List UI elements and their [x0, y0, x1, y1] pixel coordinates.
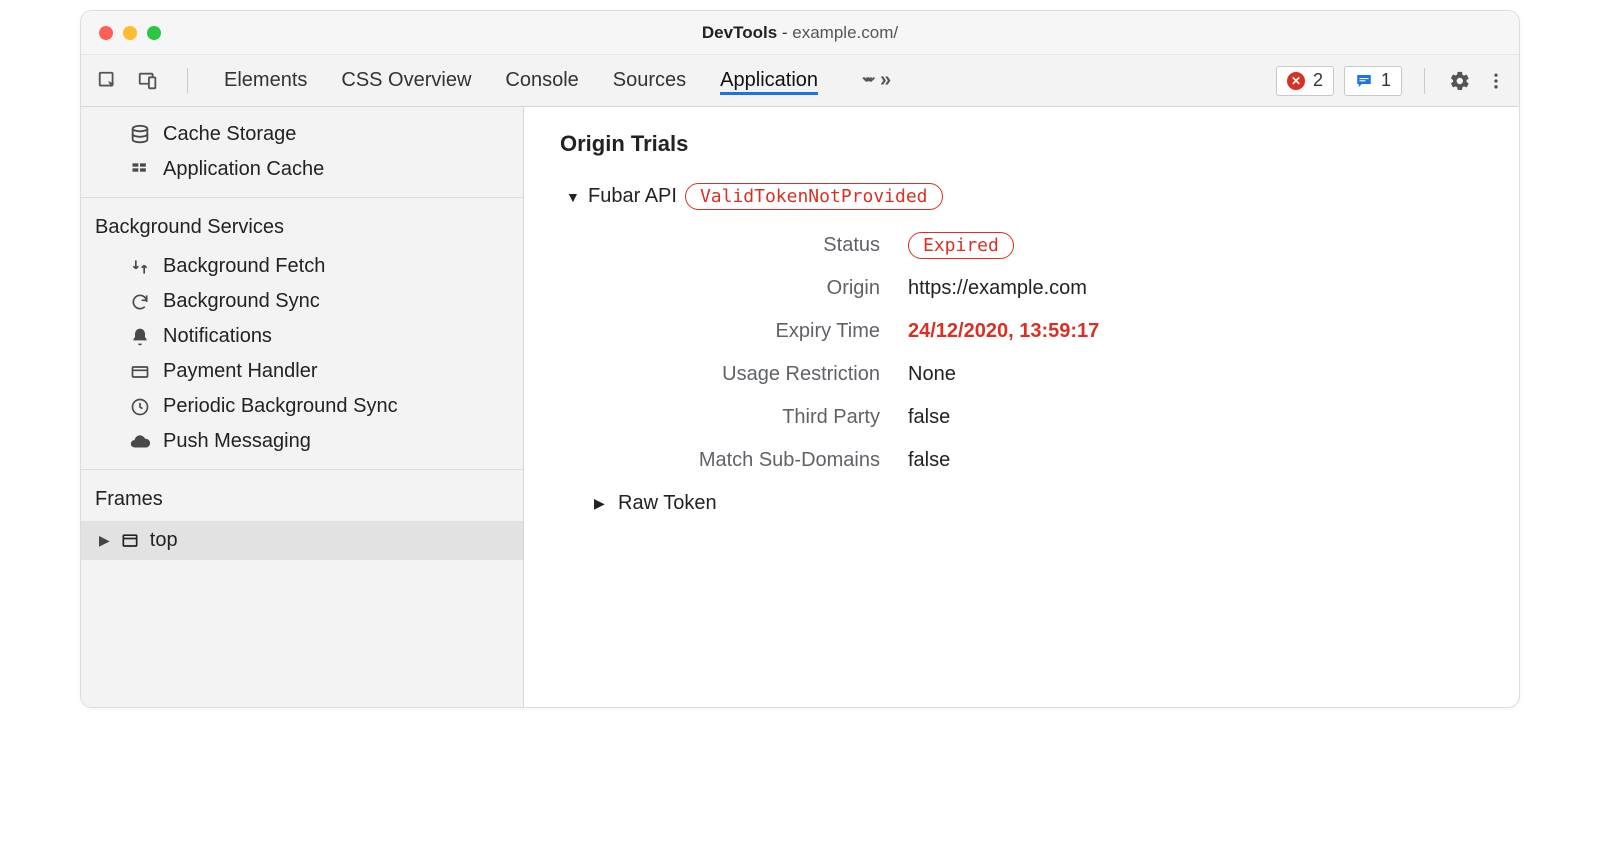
trial-name: Fubar API: [588, 185, 677, 208]
sidebar-item-frame-top[interactable]: ▶ top: [81, 521, 523, 560]
errors-count: 2: [1313, 70, 1323, 91]
token-status-badge: ValidTokenNotProvided: [685, 183, 943, 210]
usage-value: None: [908, 363, 1483, 386]
bell-icon: [129, 326, 151, 348]
subdomain-value: false: [908, 449, 1483, 472]
close-window-button[interactable]: [99, 26, 113, 40]
tab-elements[interactable]: Elements: [224, 66, 307, 95]
main-panel: Origin Trials ▼ Fubar API ValidTokenNotP…: [524, 107, 1519, 707]
sidebar-item-notifications[interactable]: Notifications: [81, 319, 523, 354]
grid-icon: [129, 159, 151, 181]
tab-sources[interactable]: Sources: [613, 66, 686, 95]
sidebar-label: Push Messaging: [163, 430, 311, 453]
raw-token-row[interactable]: ▶ Raw Token: [594, 492, 1483, 515]
sidebar-item-payment-handler[interactable]: Payment Handler: [81, 354, 523, 389]
error-icon: ✕: [1287, 72, 1305, 90]
page-location: example.com/: [792, 23, 898, 42]
origin-trials-heading: Origin Trials: [560, 131, 1483, 157]
expiry-label: Expiry Time: [620, 320, 880, 343]
toolbar-separator-right: [1424, 68, 1425, 94]
application-sidebar: Cache Storage Application Cache Backgrou…: [81, 107, 524, 707]
app-name: DevTools: [702, 23, 777, 42]
sidebar-label: Background Fetch: [163, 255, 325, 278]
window-title: DevTools - example.com/: [81, 23, 1519, 43]
body: Cache Storage Application Cache Backgrou…: [81, 107, 1519, 707]
origin-trial-row[interactable]: ▼ Fubar API ValidTokenNotProvided: [566, 183, 1483, 210]
subdomain-label: Match Sub-Domains: [620, 449, 880, 472]
inspect-element-icon[interactable]: [95, 68, 121, 94]
toolbar-separator: [187, 68, 188, 94]
expand-icon: ▶: [99, 532, 110, 549]
trial-details: Status Expired Origin https://example.co…: [620, 234, 1483, 472]
sidebar-item-background-sync[interactable]: Background Sync: [81, 284, 523, 319]
sidebar-label: Periodic Background Sync: [163, 395, 398, 418]
sidebar-item-periodic-background-sync[interactable]: Periodic Background Sync: [81, 389, 523, 424]
origin-label: Origin: [620, 277, 880, 300]
tab-application[interactable]: Application: [720, 66, 818, 95]
messages-count: 1: [1381, 70, 1391, 91]
usage-label: Usage Restriction: [620, 363, 880, 386]
sync-icon: [129, 291, 151, 313]
devtools-window: DevTools - example.com/ Elements CSS Ove…: [80, 10, 1520, 708]
toolbar-left: Elements CSS Overview Console Sources Ap…: [95, 66, 895, 95]
thirdparty-label: Third Party: [620, 406, 880, 429]
toolbar-right: ✕ 2 1: [1276, 66, 1509, 96]
expiry-value: 24/12/2020, 13:59:17: [908, 320, 1483, 343]
sidebar-item-push-messaging[interactable]: Push Messaging: [81, 424, 523, 459]
tab-css-overview[interactable]: CSS Overview: [341, 66, 471, 95]
sidebar-label: Application Cache: [163, 158, 324, 181]
sidebar-label: Cache Storage: [163, 123, 296, 146]
disclosure-triangle-icon[interactable]: ▼: [566, 189, 580, 205]
clock-icon: [129, 396, 151, 418]
credit-card-icon: [129, 361, 151, 383]
sidebar-label: Payment Handler: [163, 360, 318, 383]
maximize-window-button[interactable]: [147, 26, 161, 40]
origin-value: https://example.com: [908, 277, 1483, 300]
raw-token-label: Raw Token: [618, 492, 717, 515]
titlebar: DevTools - example.com/: [81, 11, 1519, 55]
sidebar-item-background-fetch[interactable]: Background Fetch: [81, 249, 523, 284]
database-icon: [129, 124, 151, 146]
sidebar-item-application-cache[interactable]: Application Cache: [81, 152, 523, 187]
thirdparty-value: false: [908, 406, 1483, 429]
messages-badge[interactable]: 1: [1344, 66, 1402, 96]
settings-icon[interactable]: [1447, 68, 1473, 94]
minimize-window-button[interactable]: [123, 26, 137, 40]
sidebar-label: Notifications: [163, 325, 272, 348]
sidebar-label: Background Sync: [163, 290, 320, 313]
sidebar-section-background-services: Background Services: [81, 197, 523, 249]
title-separator: -: [777, 23, 792, 42]
status-label: Status: [620, 234, 880, 257]
toolbar: Elements CSS Overview Console Sources Ap…: [81, 55, 1519, 107]
disclosure-triangle-icon[interactable]: ▶: [594, 495, 608, 512]
more-options-icon[interactable]: [1483, 68, 1509, 94]
device-toolbar-icon[interactable]: [135, 68, 161, 94]
tab-console[interactable]: Console: [505, 66, 578, 95]
sidebar-item-cache-storage[interactable]: Cache Storage: [81, 117, 523, 152]
message-icon: [1355, 72, 1373, 90]
status-badge: Expired: [908, 232, 1014, 259]
frame-icon: [120, 531, 140, 551]
cloud-icon: [129, 431, 151, 453]
errors-badge[interactable]: ✕ 2: [1276, 66, 1334, 96]
frame-name: top: [150, 529, 178, 552]
fetch-icon: [129, 256, 151, 278]
status-value: Expired: [908, 234, 1483, 257]
window-controls: [81, 26, 161, 40]
more-tabs-button[interactable]: »: [852, 66, 895, 95]
panel-tabs: Elements CSS Overview Console Sources Ap…: [224, 66, 895, 95]
sidebar-section-frames: Frames: [81, 469, 523, 521]
